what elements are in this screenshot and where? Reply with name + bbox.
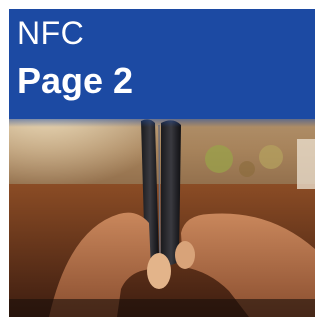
topic-title: NFC [17, 15, 85, 51]
nfc-thumbnail-card[interactable]: NFC Page 2 [9, 9, 315, 317]
page-label: Page 2 [17, 60, 134, 101]
title-banner: NFC Page 2 [9, 9, 315, 119]
